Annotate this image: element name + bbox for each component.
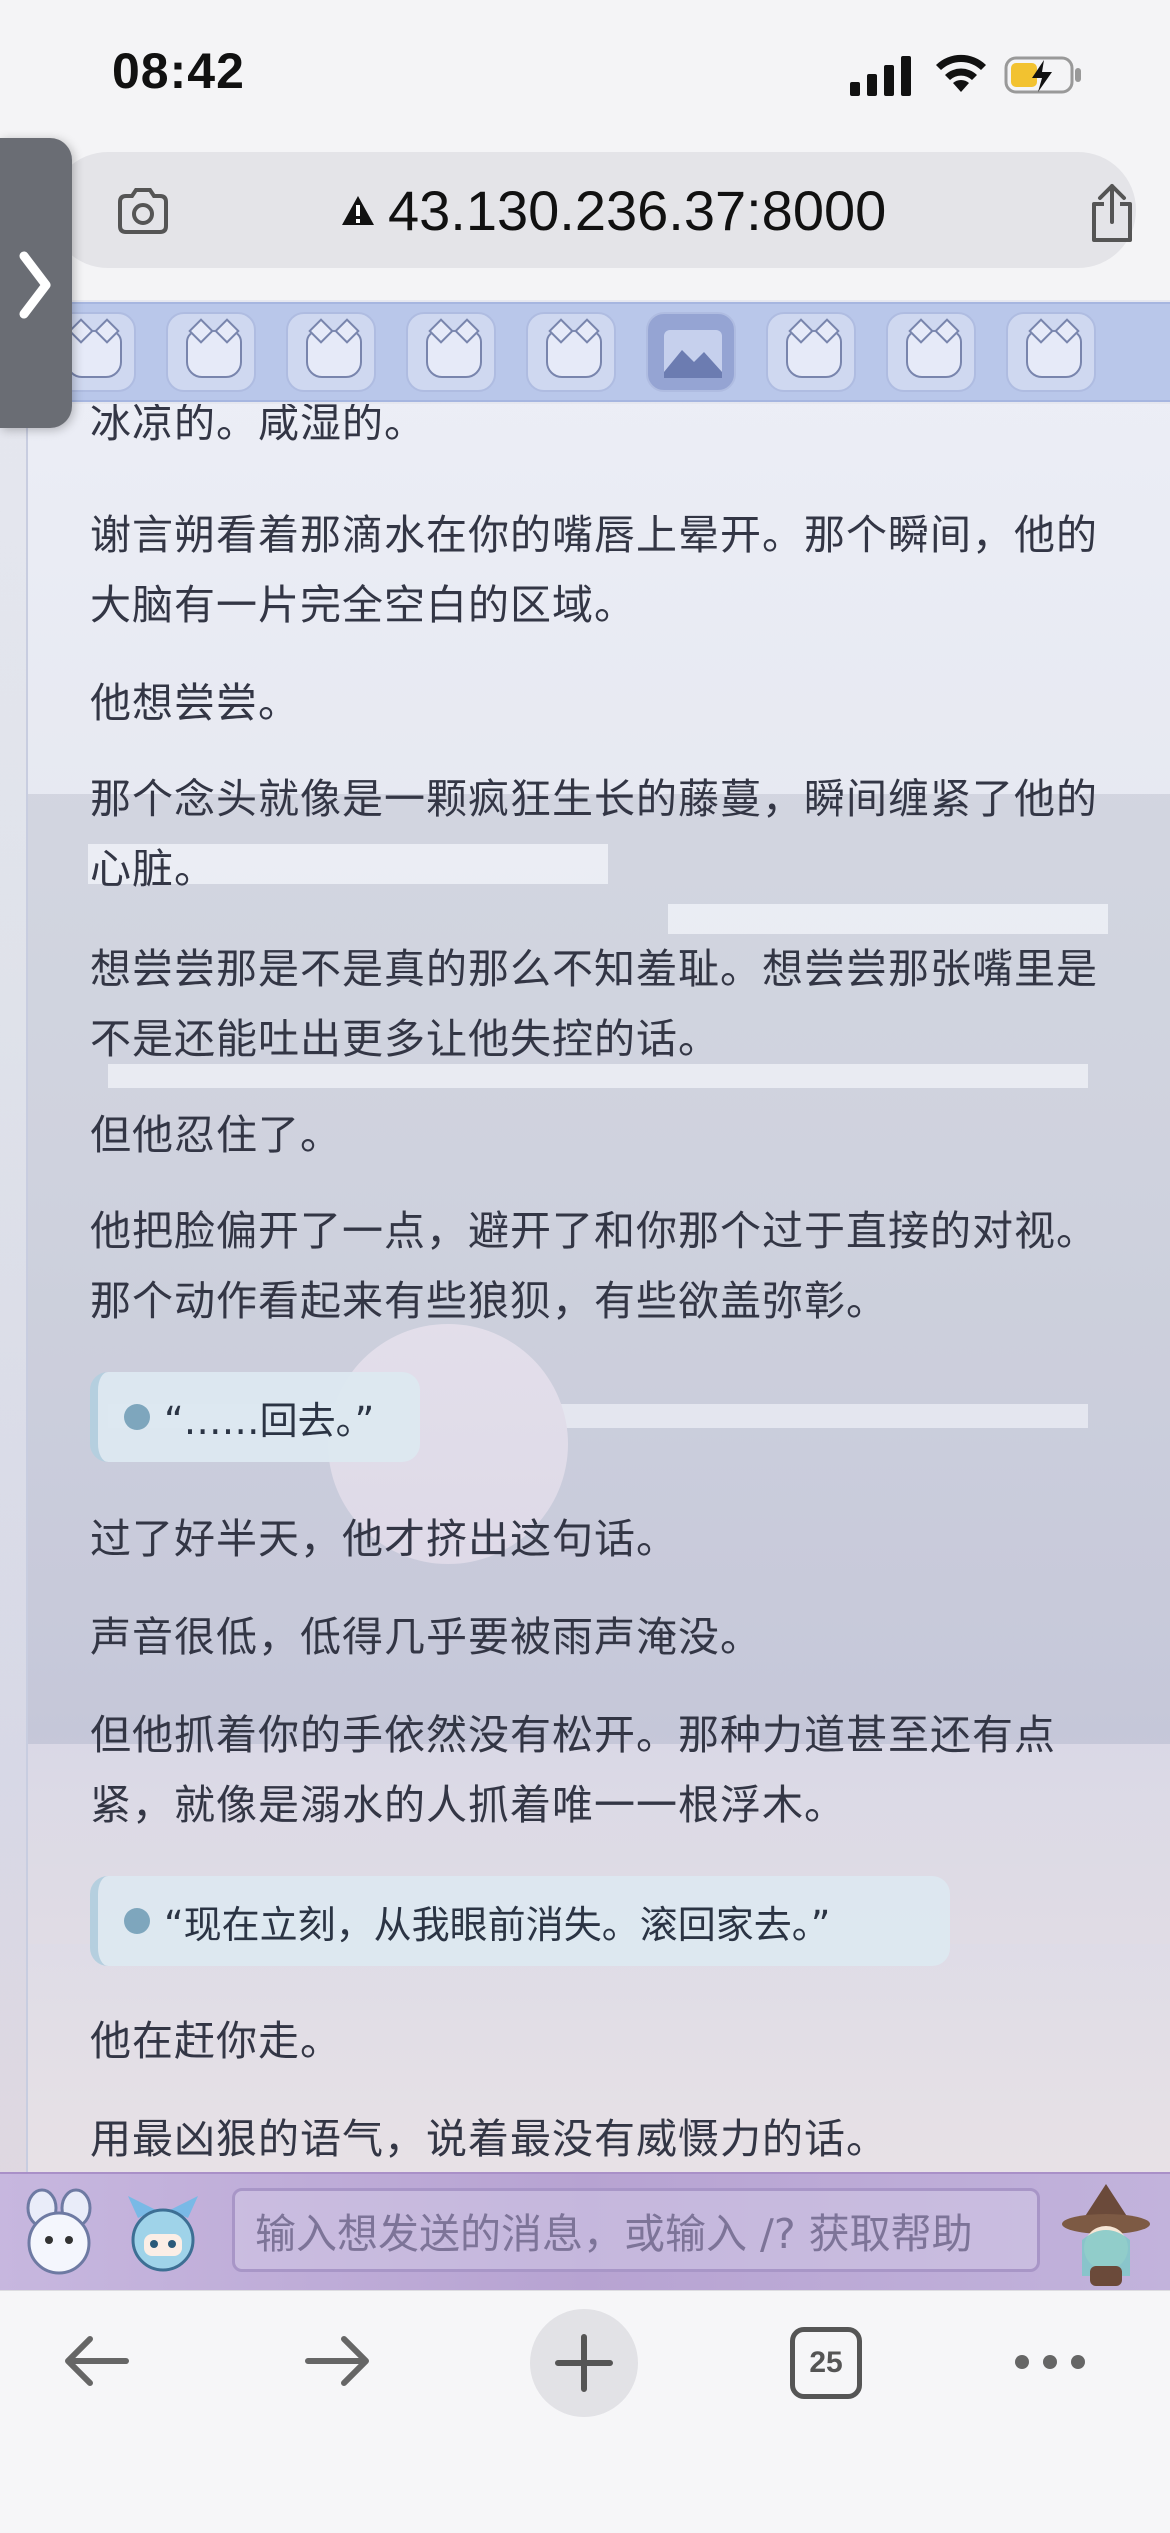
back-arrow-icon[interactable]	[60, 2331, 132, 2391]
story-paragraph: 用最凶狠的语气，说着最没有威慑力的话。	[90, 2115, 888, 2163]
quote-dot-icon	[124, 1908, 150, 1934]
status-time: 08:42	[112, 43, 245, 99]
browser-toolbar: 25	[0, 2290, 1170, 2533]
quote-text: “现在立刻，从我眼前消失。滚回家去。”	[164, 1902, 831, 1947]
story-paragraph: 想尝尝那是不是真的那么不知羞耻。想尝尝那张嘴里是不是还能吐出更多让他失控的话。	[90, 945, 1098, 1063]
story-paragraph: 那个念头就像是一颗疯狂生长的藤蔓，瞬间缠紧了他的心脏。	[90, 775, 1098, 893]
witch-mascot-icon[interactable]	[1052, 2180, 1160, 2290]
side-drawer-toggle[interactable]	[0, 138, 72, 428]
wifi-icon	[936, 54, 986, 92]
url-text: 43.130.236.37:8000	[388, 179, 887, 242]
sticker-cat-icon[interactable]	[286, 312, 376, 392]
image-icon[interactable]	[646, 312, 736, 392]
dialogue-quote: “现在立刻，从我眼前消失。滚回家去。”	[90, 1876, 950, 1966]
share-icon[interactable]	[1086, 182, 1138, 244]
sticker-cat-icon[interactable]	[406, 312, 496, 392]
chevron-right-icon	[19, 251, 51, 319]
tab-switcher-button[interactable]: 25	[790, 2327, 862, 2399]
message-composer: 输入想发送的消息，或输入 /? 获取帮助	[0, 2172, 1170, 2292]
battery-charging-icon	[1004, 56, 1081, 94]
story-paragraph: 但他抓着你的手依然没有松开。那种力道甚至还有点紧，就像是溺水的人抓着唯一一根浮木…	[90, 1711, 1056, 1829]
address-bar-container: 43.130.236.37:8000	[0, 150, 1170, 300]
chat-message-area[interactable]: 冰凉的。咸湿的。 谢言朔看着那滴水在你的嘴唇上晕开。那个瞬间，他的大脑有一片完全…	[26, 404, 1170, 2172]
avatar-bunny-icon[interactable]	[14, 2188, 104, 2278]
status-bar: 08:42	[0, 0, 1170, 150]
camera-scan-icon[interactable]	[116, 188, 170, 234]
story-paragraph: 冰凉的。咸湿的。	[90, 404, 426, 447]
cellular-signal-icon	[850, 56, 911, 96]
story-paragraph: 谢言朔看着那滴水在你的嘴唇上晕开。那个瞬间，他的大脑有一片完全空白的区域。	[90, 511, 1098, 629]
new-tab-button[interactable]	[530, 2309, 638, 2417]
story-paragraph: 他想尝尝。	[90, 679, 300, 727]
story-paragraph: 但他忍住了。	[90, 1111, 342, 1159]
plus-icon	[555, 2334, 613, 2392]
dialogue-quote: “……回去。”	[90, 1372, 420, 1462]
story-paragraph: 过了好半天，他才挤出这句话。	[90, 1515, 678, 1563]
warning-icon	[342, 195, 374, 225]
avatar-character-icon[interactable]	[118, 2188, 208, 2278]
message-input[interactable]: 输入想发送的消息，或输入 /? 获取帮助	[232, 2188, 1040, 2272]
more-options-icon[interactable]	[1012, 2347, 1088, 2377]
story-paragraph: 他在赶你走。	[90, 2017, 342, 2065]
story-paragraph: 他把脸偏开了一点，避开了和你那个过于直接的对视。那个动作看起来有些狼狈，有些欲盖…	[90, 1207, 1098, 1325]
sticker-toolbar	[0, 302, 1170, 402]
sticker-cat-icon[interactable]	[166, 312, 256, 392]
address-bar[interactable]: 43.130.236.37:8000	[50, 152, 1136, 268]
forward-arrow-icon[interactable]	[302, 2331, 374, 2391]
story-paragraph: 声音很低，低得几乎要被雨声淹没。	[90, 1613, 762, 1661]
sticker-cat-icon[interactable]	[526, 312, 616, 392]
sticker-cat-icon[interactable]	[766, 312, 856, 392]
quote-dot-icon	[124, 1404, 150, 1430]
sticker-cat-icon[interactable]	[886, 312, 976, 392]
sticker-cat-icon[interactable]	[1006, 312, 1096, 392]
quote-text: “……回去。”	[164, 1398, 375, 1443]
url-display[interactable]: 43.130.236.37:8000	[340, 178, 886, 243]
tab-count: 25	[809, 2346, 843, 2379]
